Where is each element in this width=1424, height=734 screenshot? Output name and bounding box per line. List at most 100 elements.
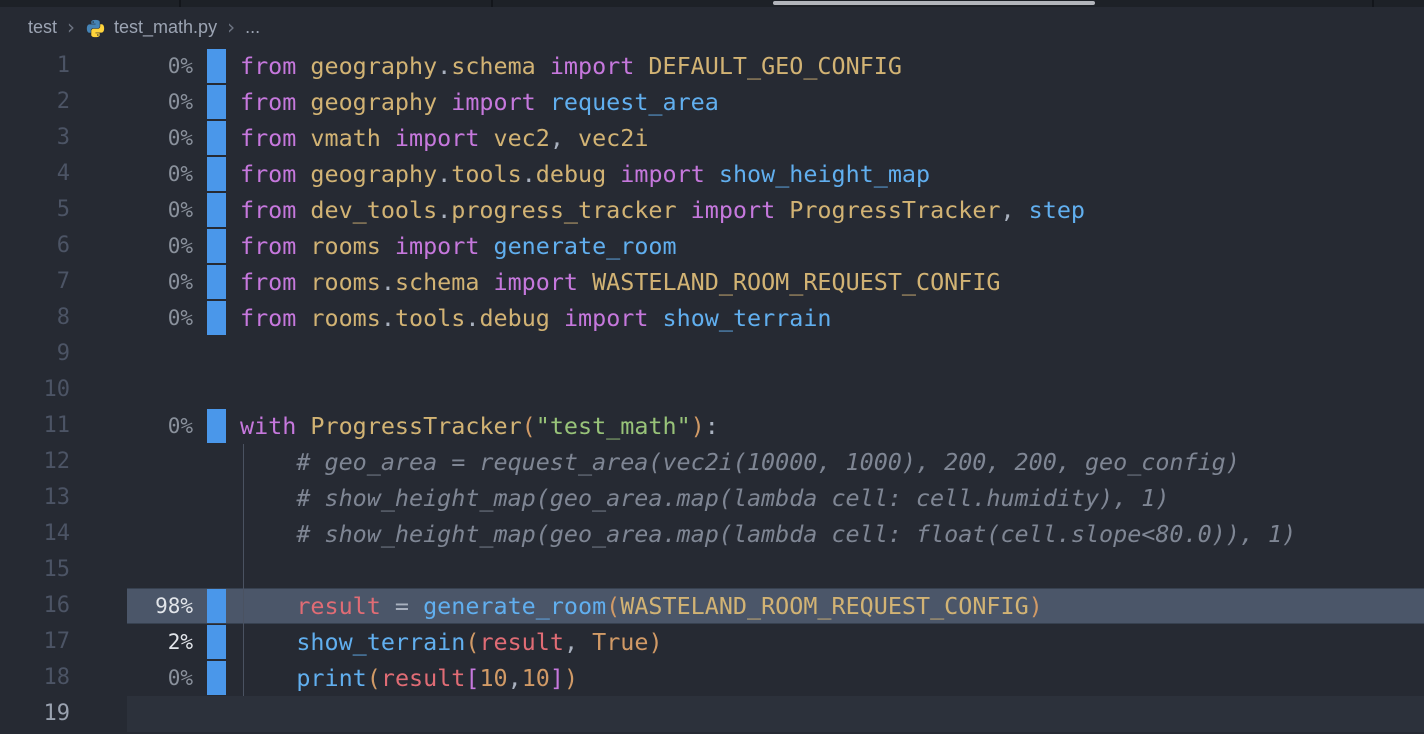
profiler-gutter <box>193 372 240 408</box>
line-number[interactable]: 1 <box>0 48 70 84</box>
profiler-percentage: 0% <box>70 120 193 156</box>
line-number[interactable]: 7 <box>0 264 70 300</box>
line-number[interactable]: 15 <box>0 552 70 588</box>
line-number[interactable]: 19 <box>0 696 70 732</box>
tab-divider <box>1372 0 1374 7</box>
code-text: result = generate_room(WASTELAND_ROOM_RE… <box>240 588 1424 624</box>
profiler-percentage <box>70 696 193 732</box>
profiler-percentage <box>70 336 193 372</box>
profiler-gutter <box>193 552 240 588</box>
tab-divider <box>179 0 181 7</box>
code-line[interactable]: 80%from rooms.tools.debug import show_te… <box>0 300 1424 336</box>
line-number[interactable]: 8 <box>0 300 70 336</box>
code-line[interactable]: 70%from rooms.schema import WASTELAND_RO… <box>0 264 1424 300</box>
code-line[interactable]: 10 <box>0 372 1424 408</box>
line-number[interactable]: 14 <box>0 516 70 552</box>
profiler-marker <box>207 229 226 263</box>
profiler-percentage: 0% <box>70 192 193 228</box>
line-number[interactable]: 18 <box>0 660 70 696</box>
code-line[interactable]: 10%from geography.schema import DEFAULT_… <box>0 48 1424 84</box>
line-number[interactable]: 10 <box>0 372 70 408</box>
profiler-marker <box>207 193 226 227</box>
python-file-icon <box>85 18 106 39</box>
code-line[interactable]: 40%from geography.tools.debug import sho… <box>0 156 1424 192</box>
profiler-gutter <box>193 444 240 480</box>
line-number[interactable]: 9 <box>0 336 70 372</box>
code-text <box>240 336 1424 372</box>
code-text <box>240 552 1424 588</box>
profiler-percentage: 0% <box>70 264 193 300</box>
code-line[interactable]: 15 <box>0 552 1424 588</box>
profiler-marker <box>207 409 226 443</box>
profiler-percentage <box>70 480 193 516</box>
code-text: # geo_area = request_area(vec2i(10000, 1… <box>240 444 1424 480</box>
code-editor[interactable]: 10%from geography.schema import DEFAULT_… <box>0 48 1424 732</box>
line-number[interactable]: 6 <box>0 228 70 264</box>
line-number[interactable]: 12 <box>0 444 70 480</box>
code-line[interactable]: 50% from dev_tools.progress_tracker impor… <box>0 192 1424 228</box>
profiler-gutter <box>193 228 240 264</box>
code-line[interactable]: 60% from rooms import generate_room <box>0 228 1424 264</box>
profiler-gutter <box>193 84 240 120</box>
line-number[interactable]: 17 <box>0 624 70 660</box>
profiler-percentage: 0% <box>70 408 193 444</box>
profiler-gutter <box>193 192 240 228</box>
code-line[interactable]: 172% show_terrain(result, True) <box>0 624 1424 660</box>
chevron-right-icon: › <box>217 15 245 41</box>
profiler-gutter <box>193 156 240 192</box>
line-number[interactable]: 2 <box>0 84 70 120</box>
code-text: from rooms.tools.debug import show_terra… <box>240 300 1424 336</box>
code-text: show_terrain(result, True) <box>240 624 1424 660</box>
code-text <box>240 372 1424 408</box>
code-line[interactable]: 20% from geography import request_area <box>0 84 1424 120</box>
tab-scrollbar-thumb[interactable] <box>773 1 1095 5</box>
code-text: print(result[10,10]) <box>240 660 1424 696</box>
breadcrumb-ellipsis[interactable]: ... <box>245 17 260 38</box>
profiler-percentage <box>70 552 193 588</box>
profiler-marker <box>207 85 226 119</box>
breadcrumb-item-file[interactable]: test_math.py <box>114 17 217 38</box>
profiler-percentage: 0% <box>70 84 193 120</box>
code-line[interactable]: 180% print(result[10,10]) <box>0 660 1424 696</box>
profiler-gutter <box>193 516 240 552</box>
code-text: from geography import request_area <box>240 84 1424 120</box>
code-line[interactable]: 14 # show_height_map(geo_area.map(lambda… <box>0 516 1424 552</box>
profiler-gutter <box>193 624 240 660</box>
code-line[interactable]: 9 <box>0 336 1424 372</box>
breadcrumb-item-folder[interactable]: test <box>28 17 57 38</box>
line-number[interactable]: 4 <box>0 156 70 192</box>
code-line[interactable]: 19 <box>0 696 1424 732</box>
profiler-gutter <box>193 660 240 696</box>
code-line[interactable]: 12 # geo_area = request_area(vec2i(10000… <box>0 444 1424 480</box>
line-number[interactable]: 5 <box>0 192 70 228</box>
profiler-gutter <box>193 336 240 372</box>
profiler-percentage: 0% <box>70 48 193 84</box>
code-line[interactable]: 30% from vmath import vec2, vec2i <box>0 120 1424 156</box>
code-line[interactable]: 110% with ProgressTracker("test_math"): <box>0 408 1424 444</box>
profiler-gutter <box>193 48 240 84</box>
profiler-marker <box>207 301 226 335</box>
code-text: # show_height_map(geo_area.map(lambda ce… <box>240 516 1424 552</box>
code-line[interactable]: 1698% result = generate_room(WASTELAND_R… <box>0 588 1424 624</box>
line-number[interactable]: 16 <box>0 588 70 624</box>
profiler-gutter <box>193 300 240 336</box>
code-text: from vmath import vec2, vec2i <box>240 120 1424 156</box>
code-text: from dev_tools.progress_tracker import P… <box>240 192 1424 228</box>
tab-divider <box>491 0 493 7</box>
code-text: with ProgressTracker("test_math"): <box>240 408 1424 444</box>
code-text: from rooms import generate_room <box>240 228 1424 264</box>
indent-guide <box>243 444 244 696</box>
profiler-marker <box>207 49 226 83</box>
profiler-percentage: 0% <box>70 228 193 264</box>
profiler-percentage: 2% <box>70 624 193 660</box>
profiler-gutter <box>193 264 240 300</box>
profiler-marker <box>207 625 226 659</box>
line-number[interactable]: 3 <box>0 120 70 156</box>
code-line[interactable]: 13 # show_height_map(geo_area.map(lambda… <box>0 480 1424 516</box>
line-number[interactable]: 13 <box>0 480 70 516</box>
breadcrumb: test › test_math.py › ... <box>0 7 1424 48</box>
profiler-marker <box>207 589 226 623</box>
profiler-gutter <box>193 588 240 624</box>
profiler-percentage <box>70 444 193 480</box>
line-number[interactable]: 11 <box>0 408 70 444</box>
